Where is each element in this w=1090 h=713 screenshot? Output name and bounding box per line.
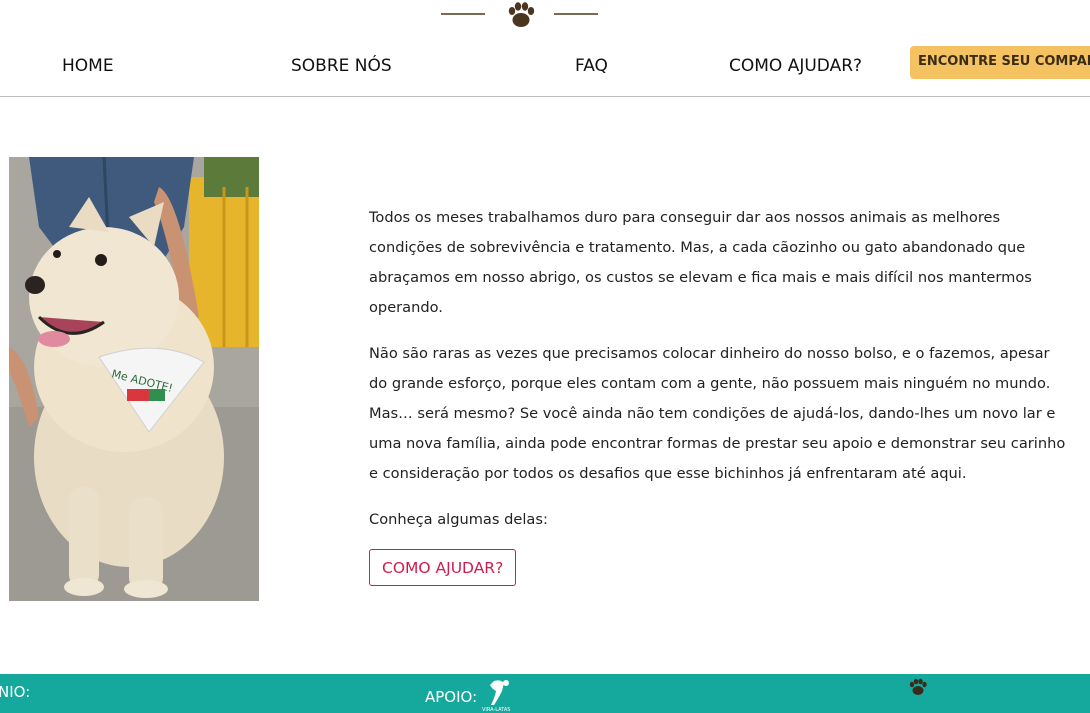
- footer-apoio-label: APOIO:: [425, 688, 478, 706]
- footer-paw-icon: [909, 678, 927, 695]
- nav-home[interactable]: HOME: [62, 56, 114, 76]
- como-ajudar-button[interactable]: COMO AJUDAR?: [369, 549, 517, 586]
- logo-divider-right: [554, 13, 598, 15]
- intro-paragraph-1: Todos os meses trabalhamos duro para con…: [369, 209, 1032, 316]
- nav-faq[interactable]: FAQ: [575, 56, 608, 76]
- nav-como-ajudar[interactable]: COMO AJUDAR?: [729, 56, 862, 76]
- intro-paragraph-3: Conheça algumas delas:: [369, 511, 548, 528]
- paw-icon: [508, 2, 535, 27]
- vira-latas-logo[interactable]: VIRA-LATAS: [480, 677, 518, 713]
- footer-left-label: NIO:: [0, 683, 31, 701]
- nav-sobre-nos[interactable]: SOBRE NÓS: [291, 56, 392, 76]
- footer: NIO: APOIO: VIRA-LATAS: [0, 674, 1090, 713]
- vira-latas-logo-text: VIRA-LATAS: [482, 707, 510, 713]
- header-logo: [0, 0, 1090, 32]
- find-companion-button[interactable]: ENCONTRE SEU COMPANHEIRO: [910, 46, 1090, 79]
- logo-divider-left: [441, 13, 485, 15]
- help-intro-section: Todos os meses trabalhamos duro para con…: [369, 203, 1069, 586]
- dog-photo: Me ADOTE!: [9, 157, 259, 601]
- intro-paragraph-2: Não são raras as vezes que precisamos co…: [369, 345, 1066, 482]
- main-nav: HOME SOBRE NÓS FAQ COMO AJUDAR? ENCONTRE…: [0, 40, 1090, 97]
